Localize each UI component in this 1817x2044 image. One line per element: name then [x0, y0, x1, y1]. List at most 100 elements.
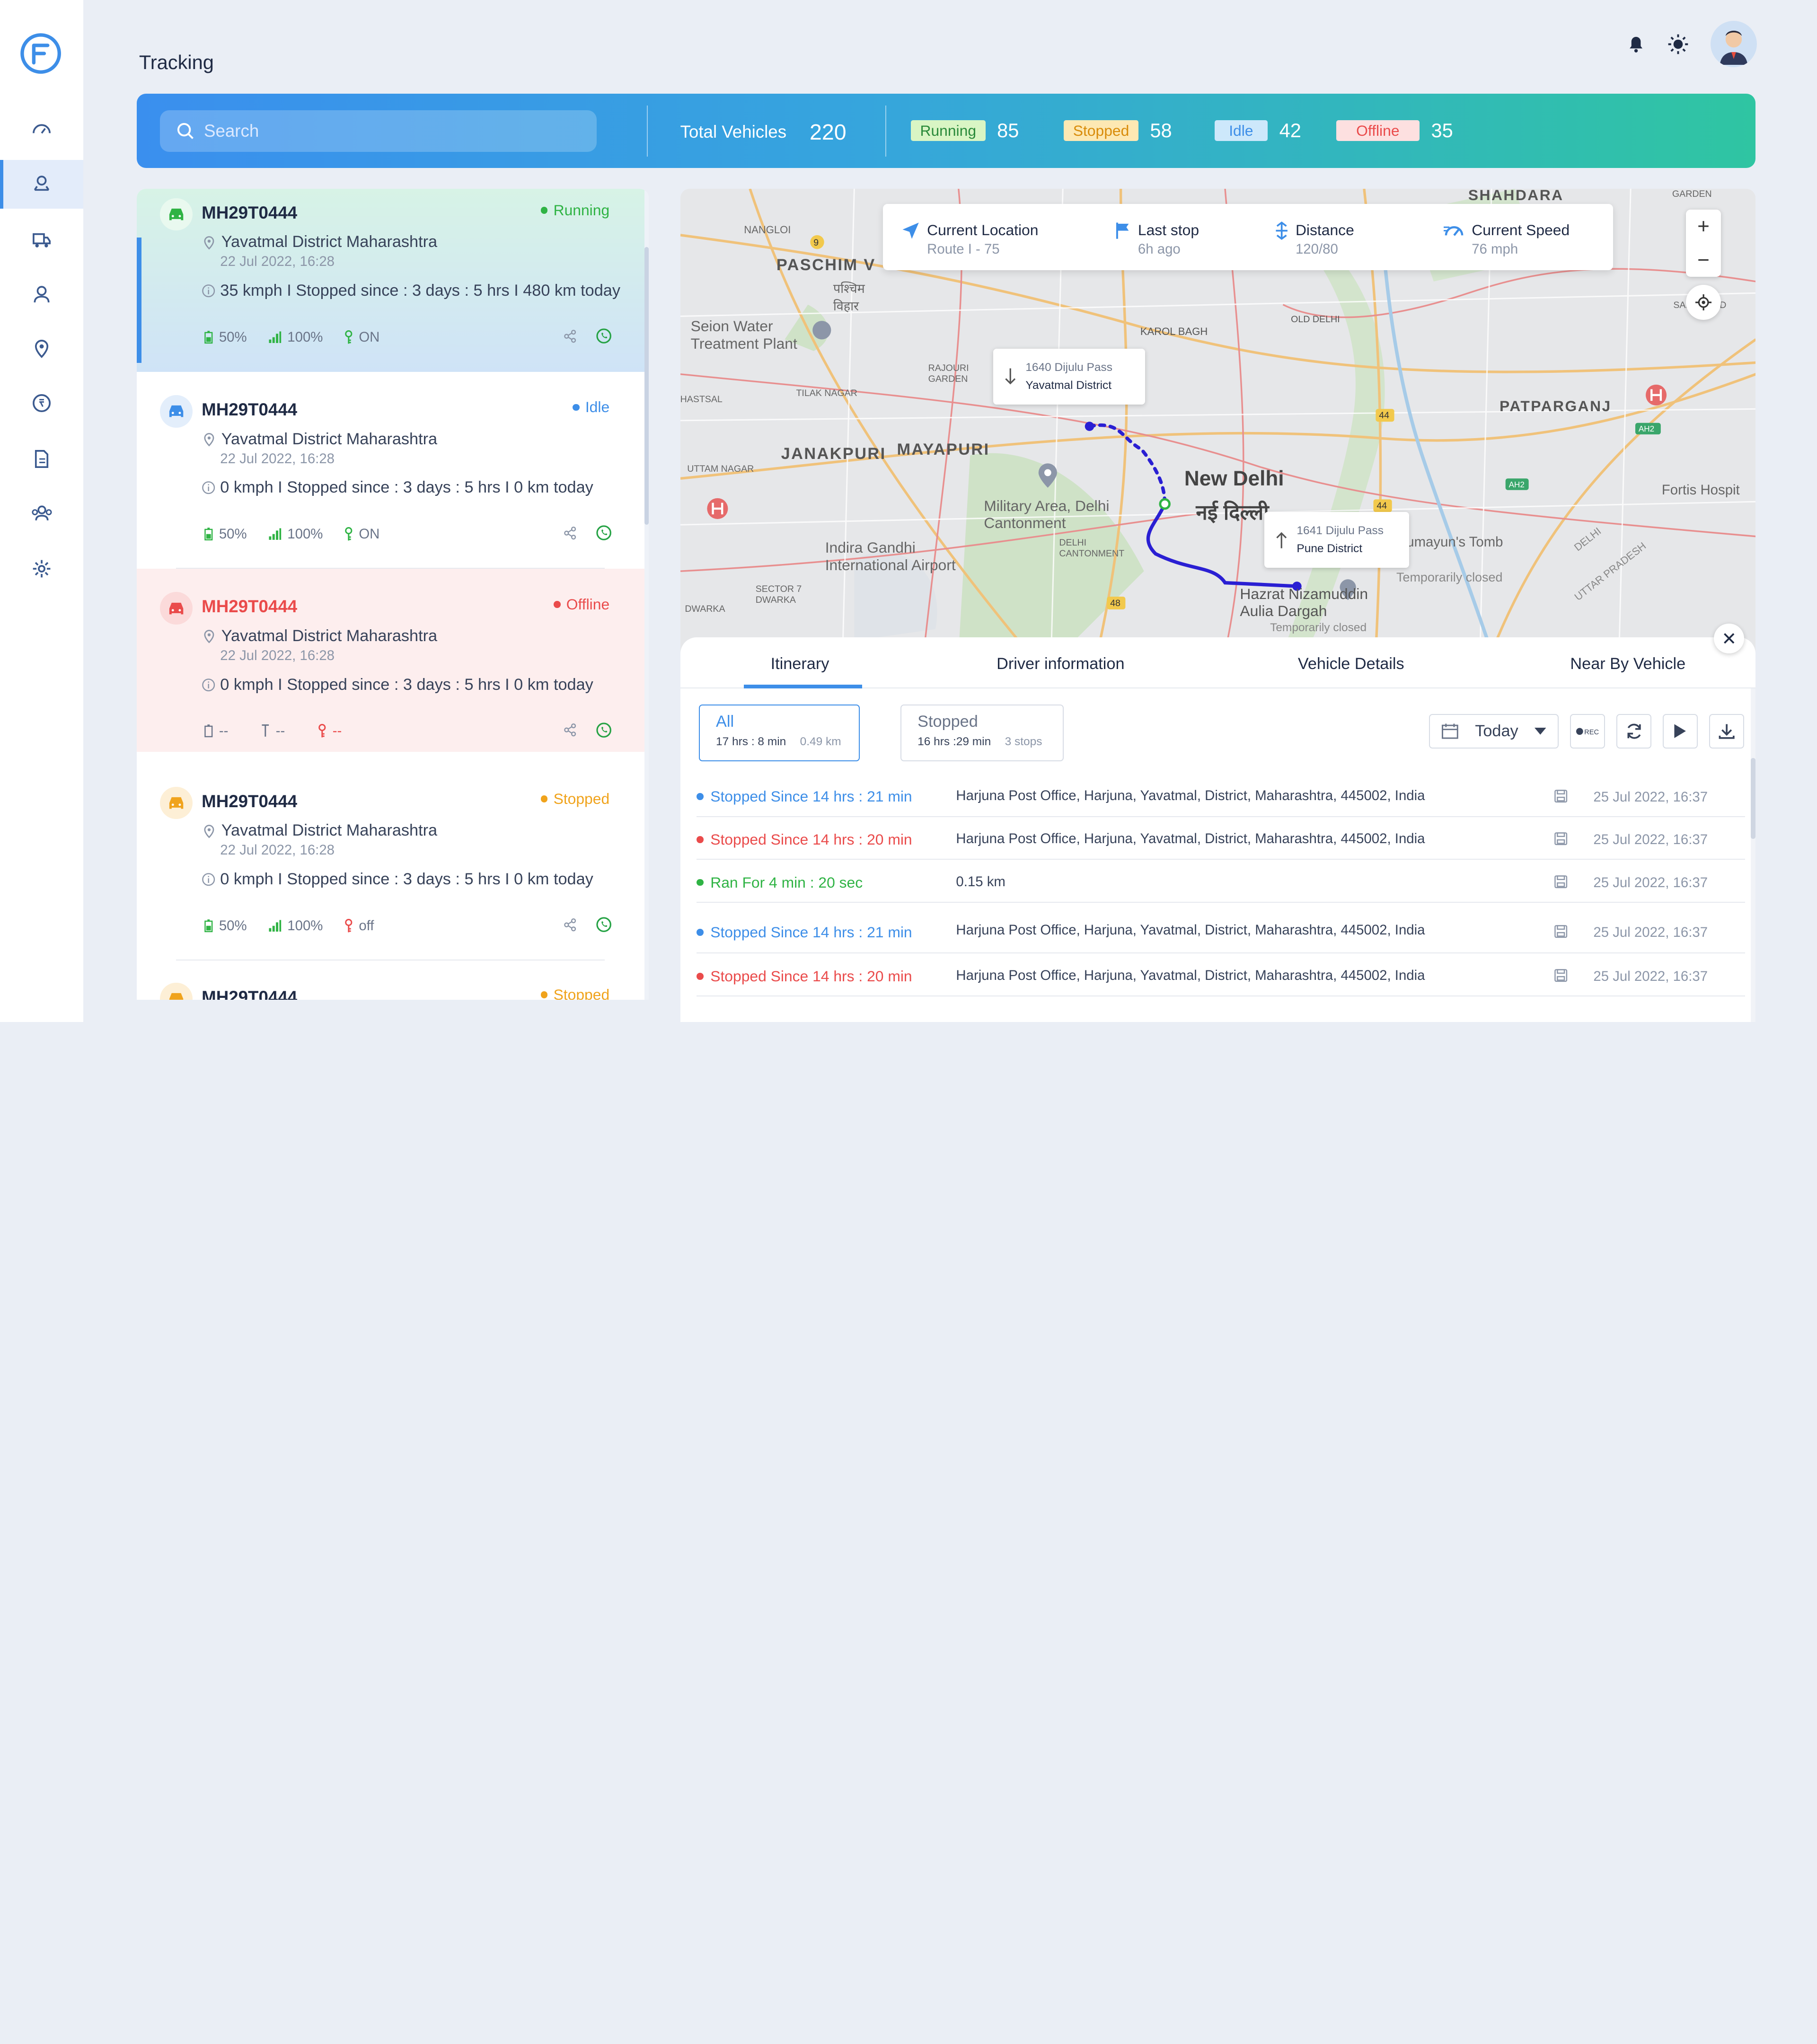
sidebar-item-location[interactable] [0, 325, 83, 373]
offline-badge: Offline [1336, 120, 1420, 141]
itinerary-row[interactable]: Stopped Since 14 hrs : 21 min Harjuna Po… [696, 774, 1746, 817]
active-tab-underline [744, 685, 863, 688]
search-box[interactable] [159, 110, 597, 152]
route-start-tooltip: 1640 Dijulu Pass Yavatmal District [993, 349, 1145, 405]
locate-button[interactable] [1686, 285, 1721, 320]
map-label: Humayun's Tomb [1396, 534, 1503, 550]
share-icon[interactable] [563, 526, 577, 540]
itinerary-row[interactable]: Ran For 4 min : 20 sec 0.15 km 25 Jul 20… [696, 860, 1746, 903]
itinerary-row[interactable]: Stopped Since 14 hrs : 20 min Harjuna Po… [696, 953, 1746, 997]
save-icon[interactable] [1554, 925, 1568, 938]
map-label: TILAK NAGAR [796, 388, 857, 399]
avatar[interactable] [1710, 21, 1757, 68]
info-icon [202, 872, 215, 886]
svg-text:REC: REC [1584, 728, 1599, 736]
zoom-out-button[interactable]: − [1697, 248, 1710, 272]
panel-scrollbar[interactable] [1751, 688, 1756, 1022]
search-input[interactable] [203, 121, 552, 141]
row-address: Harjuna Post Office, Harjuna, Yavatmal, … [956, 788, 1425, 804]
tab-itinerary[interactable]: Itinerary [771, 655, 829, 673]
stat-idle[interactable]: Idle 42 [1214, 119, 1301, 142]
save-icon[interactable] [1554, 875, 1568, 889]
download-button[interactable] [1709, 714, 1744, 749]
share-icon[interactable] [563, 723, 577, 737]
map-label: Fortis Hospit [1661, 482, 1740, 498]
date-select[interactable]: Today [1429, 714, 1559, 749]
map-label: HASTSAL [680, 394, 723, 405]
filter-all[interactable]: All 17 hrs : 8 min 0.49 km [698, 704, 860, 761]
ignition-icon [318, 723, 327, 739]
stat-stopped[interactable]: Stopped 58 [1064, 119, 1172, 142]
tab-vehicle-details[interactable]: Vehicle Details [1298, 655, 1404, 673]
itinerary-row[interactable]: Stopped Since 14 hrs : 20 min Harjuna Po… [696, 817, 1746, 860]
banner-divider [885, 105, 887, 157]
tab-near-by-vehicle[interactable]: Near By Vehicle [1570, 655, 1685, 673]
itinerary-row[interactable]: Stopped Since 14 hrs : 21 min Harjuna Po… [696, 903, 1746, 954]
share-icon[interactable] [563, 918, 577, 932]
battery-icon [204, 527, 213, 541]
sidebar-item-tracking[interactable] [0, 159, 84, 209]
row-timestamp: 25 Jul 2022, 16:37 [1593, 789, 1708, 805]
vehicle-date: 22 Jul 2022, 16:28 [220, 647, 335, 663]
map-label: Military Area, Delhi Cantonment [984, 497, 1110, 532]
play-button[interactable] [1663, 714, 1698, 749]
row-label: Stopped Since 14 hrs : 20 min [696, 831, 912, 848]
stat-running[interactable]: Running 85 [910, 119, 1019, 142]
share-icon[interactable] [563, 329, 577, 343]
whatsapp-icon[interactable] [596, 328, 612, 344]
sidebar-item-billing[interactable] [0, 379, 83, 428]
whatsapp-icon[interactable] [596, 916, 612, 933]
total-label: Total Vehicles [680, 122, 787, 142]
map-label: Temporarily closed [1396, 570, 1503, 584]
tracking-icon [31, 174, 52, 194]
sidebar-item-drivers[interactable] [0, 270, 83, 319]
record-button[interactable]: REC [1570, 714, 1605, 749]
vehicle-card[interactable]: MH29T0444 Offline Yavatmal District Maha… [136, 569, 644, 752]
speed-stat: Current Speed 76 mph [1444, 221, 1570, 257]
offline-count: 35 [1431, 119, 1453, 142]
tab-driver-information[interactable]: Driver information [997, 655, 1124, 673]
vehicle-card[interactable]: MH29T0444 Idle Yavatmal District Maharas… [136, 386, 644, 569]
whatsapp-icon[interactable] [596, 525, 612, 541]
row-label: Ran For 4 min : 20 sec [696, 874, 863, 891]
vehicle-date: 22 Jul 2022, 16:28 [220, 842, 335, 858]
theme-icon[interactable] [1667, 33, 1690, 56]
save-icon[interactable] [1554, 832, 1568, 846]
vehicle-card[interactable]: MH29T0444 Stopped [136, 973, 644, 1000]
signal-icon [261, 724, 270, 738]
card-actions [563, 328, 612, 344]
refresh-button[interactable] [1616, 714, 1651, 749]
filter-stopped[interactable]: Stopped 16 hrs :29 min 3 stops [900, 704, 1064, 761]
vehicle-card[interactable]: MH29T0444 Running Yavatmal District Maha… [136, 189, 644, 372]
details-tabs: Itinerary Driver information Vehicle Det… [680, 637, 1756, 688]
save-icon[interactable] [1554, 969, 1568, 982]
list-scrollbar[interactable] [644, 189, 649, 1000]
vehicle-card[interactable]: MH29T0444 Stopped Yavatmal District Maha… [136, 777, 644, 961]
stat-offline[interactable]: Offline 35 [1336, 119, 1453, 142]
row-address: Harjuna Post Office, Harjuna, Yavatmal, … [956, 830, 1425, 846]
sidebar-item-vehicles[interactable] [0, 216, 83, 264]
search-icon [176, 122, 194, 140]
map-view[interactable]: PASCHIM V पश्चिम विहार SHAHDARA Seion Wa… [680, 189, 1756, 652]
map-label: Hazrat Nizamuddin Aulia Dargah [1240, 585, 1368, 620]
zoom-in-button[interactable]: + [1697, 215, 1710, 238]
app-window: Tracking Total Vehicles 220 Running 85 S… [0, 0, 1817, 1022]
app-logo[interactable] [20, 33, 62, 74]
navigation-icon [901, 221, 920, 257]
sidebar-item-users[interactable] [0, 489, 83, 537]
whatsapp-icon[interactable] [596, 722, 612, 738]
dashboard-icon [31, 119, 52, 140]
battery-icon [204, 724, 213, 738]
card-actions [563, 722, 612, 738]
record-icon: REC [1576, 727, 1599, 736]
sidebar-item-reports[interactable] [0, 434, 83, 483]
bell-icon[interactable] [1627, 35, 1645, 53]
total-value: 220 [810, 120, 847, 145]
vehicle-metrics: 50% 100% ON [204, 329, 400, 345]
info-icon [202, 284, 215, 298]
map-label: PASCHIM V [776, 256, 876, 274]
sidebar-item-dashboard[interactable] [0, 106, 83, 154]
save-icon[interactable] [1554, 789, 1568, 803]
sidebar-item-settings[interactable] [0, 545, 83, 593]
status-badge: Running [540, 202, 609, 219]
